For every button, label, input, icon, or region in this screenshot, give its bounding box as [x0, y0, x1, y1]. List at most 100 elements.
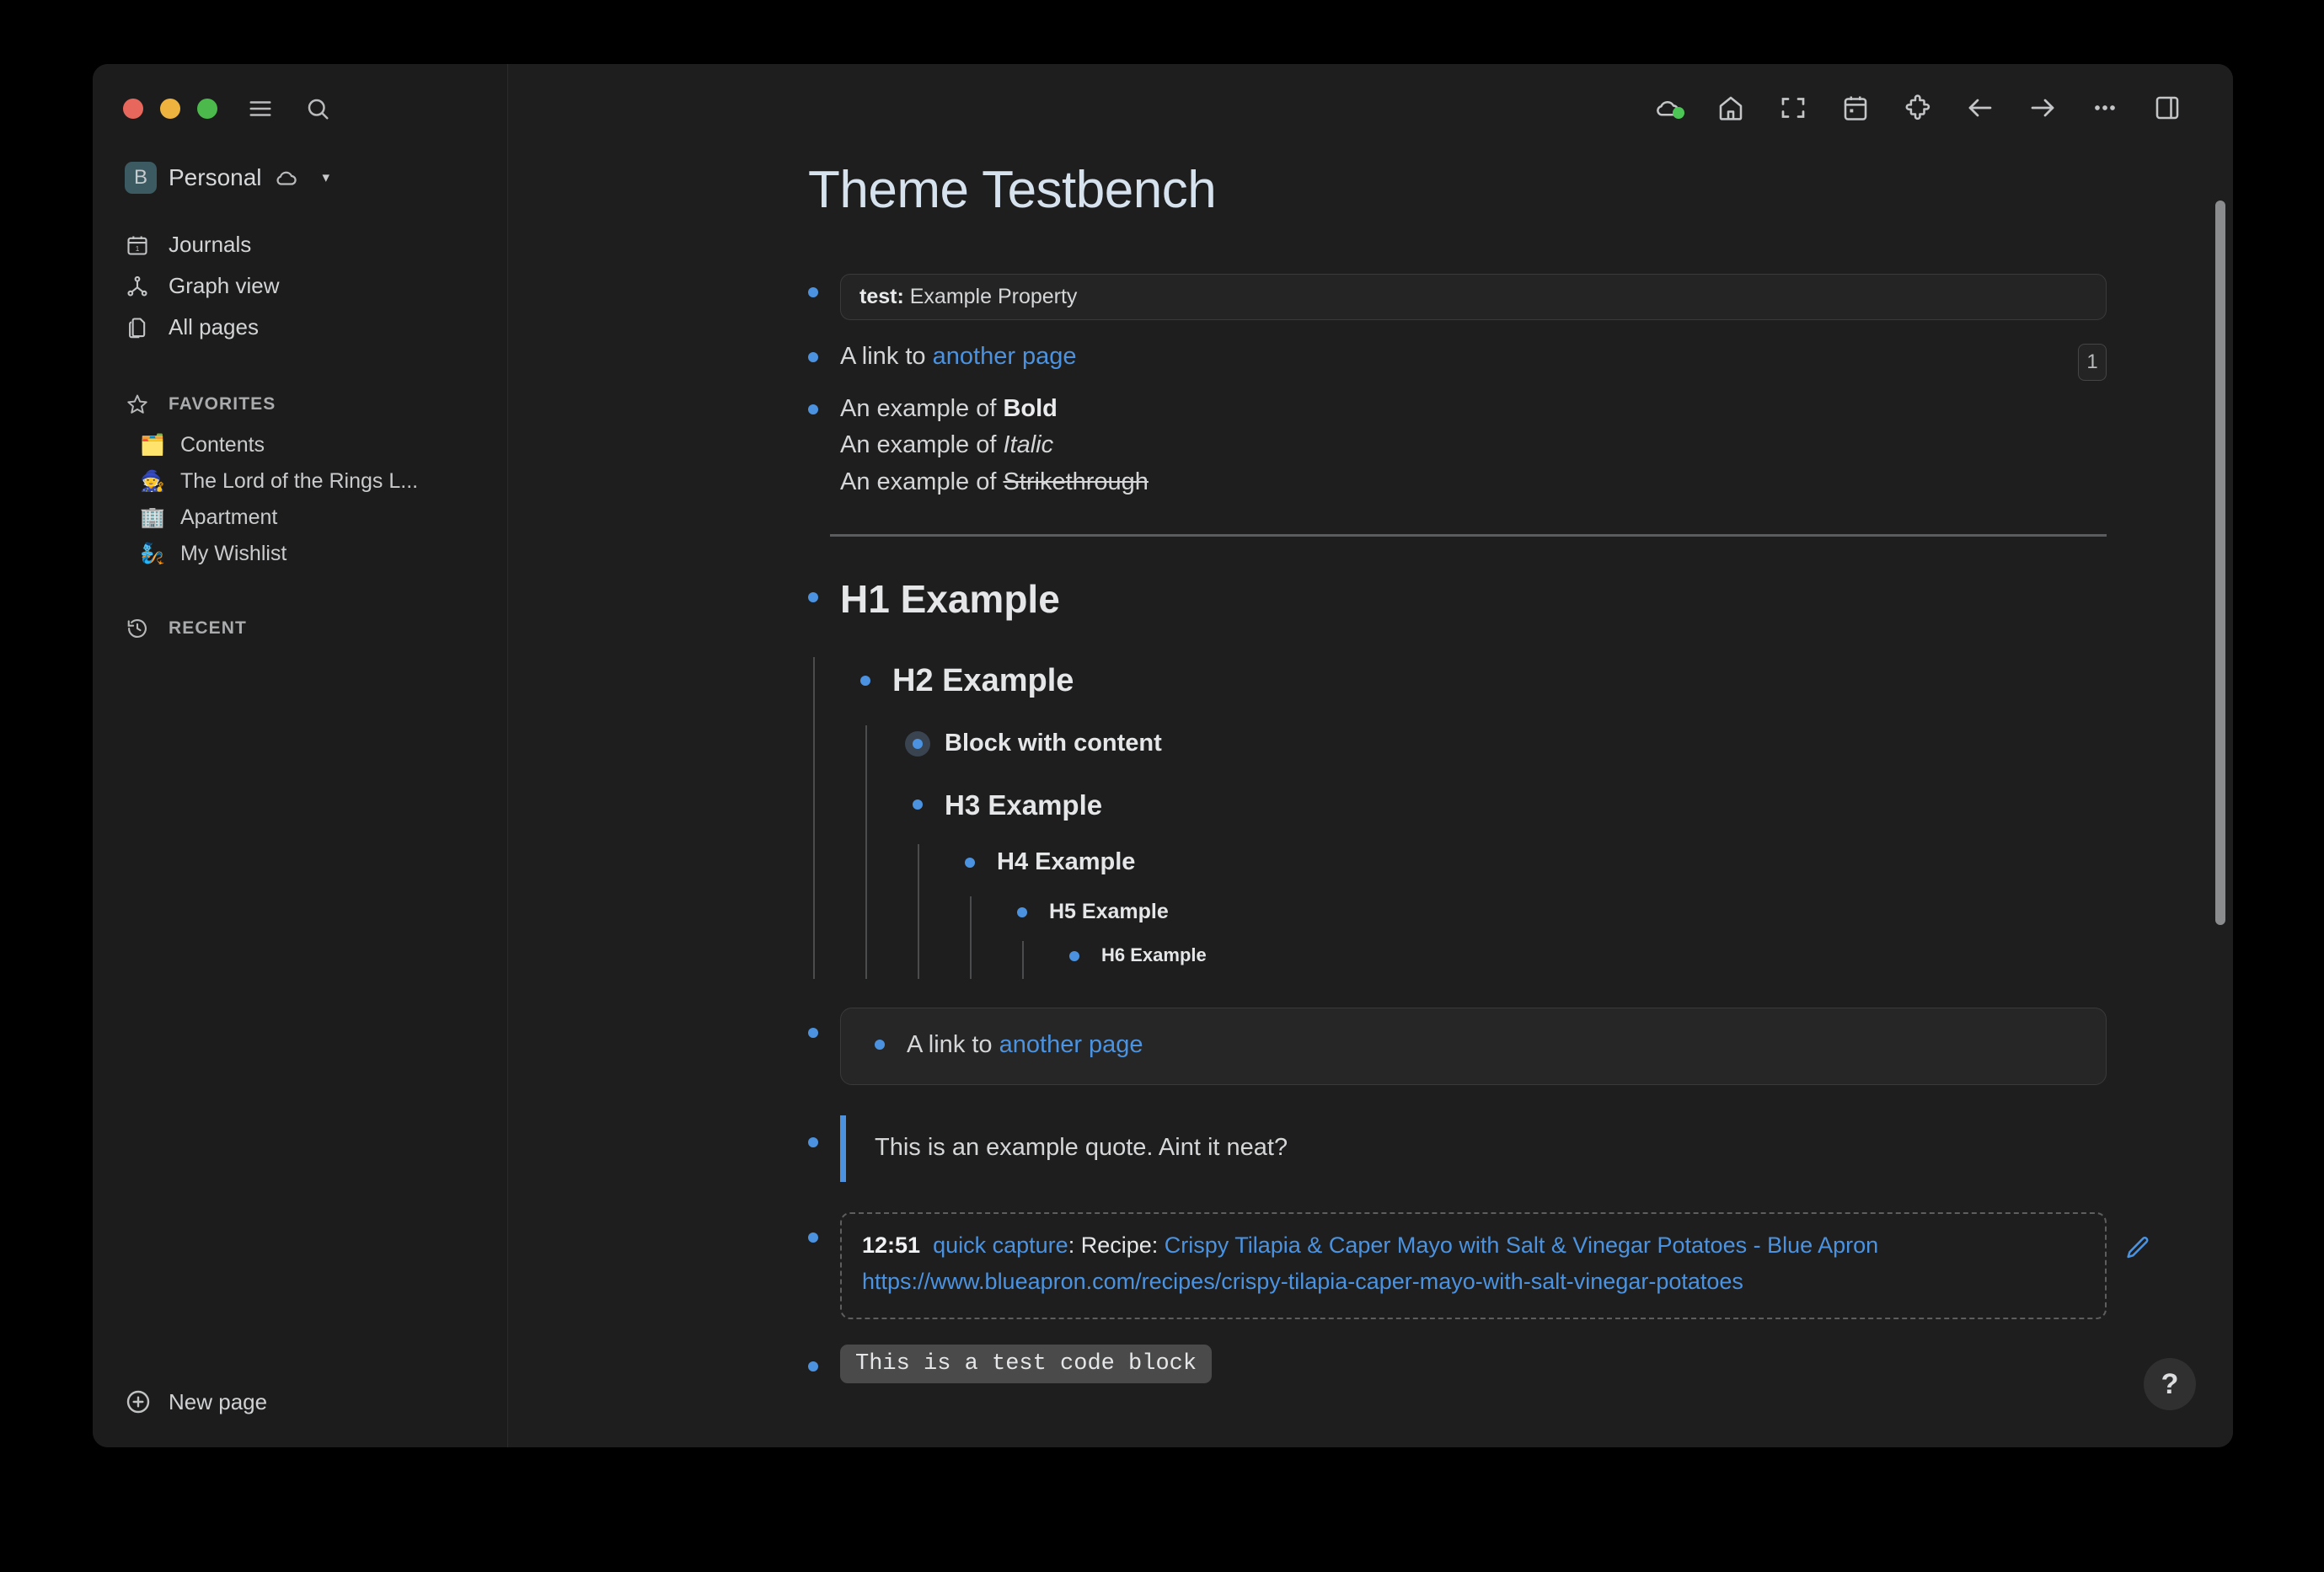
sidebar: B Personal ▾ 1 Journals: [93, 64, 508, 1447]
block-bullet[interactable]: [808, 1028, 818, 1038]
page-reference-link[interactable]: another page: [933, 343, 1077, 370]
block-with-content-label: Block with content: [945, 725, 2107, 762]
block-link[interactable]: A link to another page 1: [808, 339, 2107, 376]
block-formatting[interactable]: An example of Bold An example of Italic …: [808, 391, 2107, 501]
capture-link-title[interactable]: Crispy Tilapia & Caper Mayo with Salt & …: [1158, 1232, 1878, 1258]
link-prefix: A link to: [907, 1031, 999, 1058]
block-h2[interactable]: H2 Example: [860, 657, 2107, 705]
scrollbar[interactable]: [2213, 157, 2226, 1437]
sidebar-nav: 1 Journals Graph view: [93, 224, 507, 348]
property-field[interactable]: test: Example Property: [840, 274, 2107, 320]
block-bullet[interactable]: [808, 1361, 818, 1371]
hamburger-menu-icon[interactable]: [246, 94, 275, 123]
recent-section-header[interactable]: RECENT: [93, 606, 507, 651]
block-quick-capture[interactable]: 12:51 quick capture: Recipe: Crispy Tila…: [808, 1212, 2107, 1319]
pencil-icon[interactable]: [2123, 1234, 2152, 1263]
block-bullet[interactable]: [808, 404, 818, 414]
block-quote[interactable]: This is an example quote. Aint it neat?: [808, 1115, 2107, 1182]
favorites-section-header[interactable]: FAVORITES: [93, 382, 507, 427]
scrollbar-thumb[interactable]: [2215, 201, 2225, 925]
favorite-item-lord-of-the-rings[interactable]: 🧙 The Lord of the Rings L...: [93, 463, 507, 500]
close-window-button[interactable]: [123, 99, 143, 119]
maximize-window-button[interactable]: [197, 99, 217, 119]
code-block[interactable]: This is a test code block: [840, 1345, 1212, 1383]
main-area: Theme Testbench test: Example Property A…: [508, 64, 2233, 1447]
sidebar-item-all-pages[interactable]: All pages: [93, 307, 507, 348]
sidebar-item-graph-view[interactable]: Graph view: [93, 265, 507, 307]
capture-timestamp: 12:51: [862, 1232, 920, 1258]
block-bullet[interactable]: [808, 1232, 818, 1243]
capture-url[interactable]: https://www.blueapron.com/recipes/crispy…: [862, 1269, 1743, 1294]
favorite-item-contents[interactable]: 🗂️ Contents: [93, 427, 507, 463]
favorite-item-apartment[interactable]: 🏢 Apartment: [93, 500, 507, 536]
block-bullet[interactable]: [1017, 907, 1027, 917]
block-highlight[interactable]: A link to another page: [808, 1008, 2107, 1085]
favorite-item-my-wishlist[interactable]: 🧞 My Wishlist: [93, 536, 507, 572]
indent-level-1: H2 Example Block with content H3 Example: [808, 657, 2107, 969]
search-icon[interactable]: [303, 94, 332, 123]
nested-link-row[interactable]: A link to another page: [875, 1027, 2086, 1064]
quick-capture-tag[interactable]: quick capture: [933, 1232, 1068, 1258]
block-code[interactable]: This is a test code block: [808, 1345, 2107, 1383]
chevron-down-icon[interactable]: ▾: [323, 169, 330, 186]
block-bullet[interactable]: [913, 799, 923, 810]
home-button[interactable]: [1714, 91, 1748, 125]
block-bullet[interactable]: [808, 592, 818, 602]
new-page-button[interactable]: New page: [125, 1388, 267, 1415]
italic-prefix: An example of: [840, 431, 1003, 458]
sync-status-button[interactable]: [1652, 91, 1685, 125]
more-options-button[interactable]: [2088, 91, 2122, 125]
strikethrough-example-line: An example of Strikethrough: [840, 464, 2107, 501]
focus-mode-button[interactable]: [1776, 91, 1810, 125]
genie-icon: 🧞: [140, 542, 165, 566]
block-bullet[interactable]: [860, 676, 870, 686]
indent-level-5: H6 Example: [1017, 941, 2107, 969]
forward-button[interactable]: [2026, 91, 2059, 125]
block-h1[interactable]: H1 Example: [808, 570, 2107, 628]
app-window: B Personal ▾ 1 Journals: [93, 64, 2233, 1447]
block-bullet[interactable]: [875, 1040, 885, 1050]
sidebar-item-journals[interactable]: 1 Journals: [93, 224, 507, 265]
graph-selector[interactable]: B Personal ▾: [125, 162, 507, 194]
block-with-content[interactable]: Block with content: [913, 725, 2107, 762]
building-icon: 🏢: [140, 505, 165, 530]
block-bullet[interactable]: [1069, 951, 1079, 961]
block-bullet[interactable]: [965, 858, 975, 868]
block-property[interactable]: test: Example Property: [808, 274, 2107, 320]
favorite-item-label: Contents: [180, 433, 265, 457]
property-value: Example Property: [904, 285, 1078, 308]
sync-status-dot: [1673, 107, 1684, 119]
page-reference-link[interactable]: another page: [999, 1031, 1143, 1058]
history-icon: [125, 616, 150, 641]
block-h3[interactable]: H3 Example: [913, 784, 2107, 826]
collapsed-block-bullet[interactable]: [905, 731, 930, 757]
toggle-right-sidebar-button[interactable]: [2150, 91, 2184, 125]
favorites-list: 🗂️ Contents 🧙 The Lord of the Rings L...…: [93, 427, 507, 572]
property-key: test:: [859, 285, 904, 308]
favorite-item-label: Apartment: [180, 505, 277, 530]
favorite-item-label: My Wishlist: [180, 542, 286, 566]
block-h6[interactable]: H6 Example: [1069, 941, 2107, 969]
minimize-window-button[interactable]: [160, 99, 180, 119]
sidebar-item-label: Journals: [169, 232, 251, 258]
block-bullet[interactable]: [808, 1137, 818, 1147]
page-title: Theme Testbench: [508, 160, 2233, 220]
block-h4[interactable]: H4 Example: [965, 844, 2107, 881]
block-bullet[interactable]: [808, 352, 818, 362]
calendar-icon: 1: [125, 233, 150, 258]
journal-calendar-button[interactable]: [1839, 91, 1872, 125]
heading-1: H1 Example: [840, 570, 2107, 628]
folder-icon: 🗂️: [140, 433, 165, 457]
heading-6: H6 Example: [1101, 941, 2107, 969]
help-button[interactable]: ?: [2144, 1358, 2196, 1410]
recent-title: RECENT: [169, 618, 247, 639]
block-bullet[interactable]: [808, 287, 818, 297]
block-h5[interactable]: H5 Example: [1017, 896, 2107, 928]
svg-text:1: 1: [136, 245, 140, 253]
link-prefix: A link to: [840, 343, 933, 370]
plugins-button[interactable]: [1901, 91, 1935, 125]
back-button[interactable]: [1963, 91, 1997, 125]
italic-example-line: An example of Italic: [840, 427, 2107, 464]
linked-references-count[interactable]: 1: [2078, 344, 2107, 381]
sidebar-item-label: Graph view: [169, 273, 280, 299]
